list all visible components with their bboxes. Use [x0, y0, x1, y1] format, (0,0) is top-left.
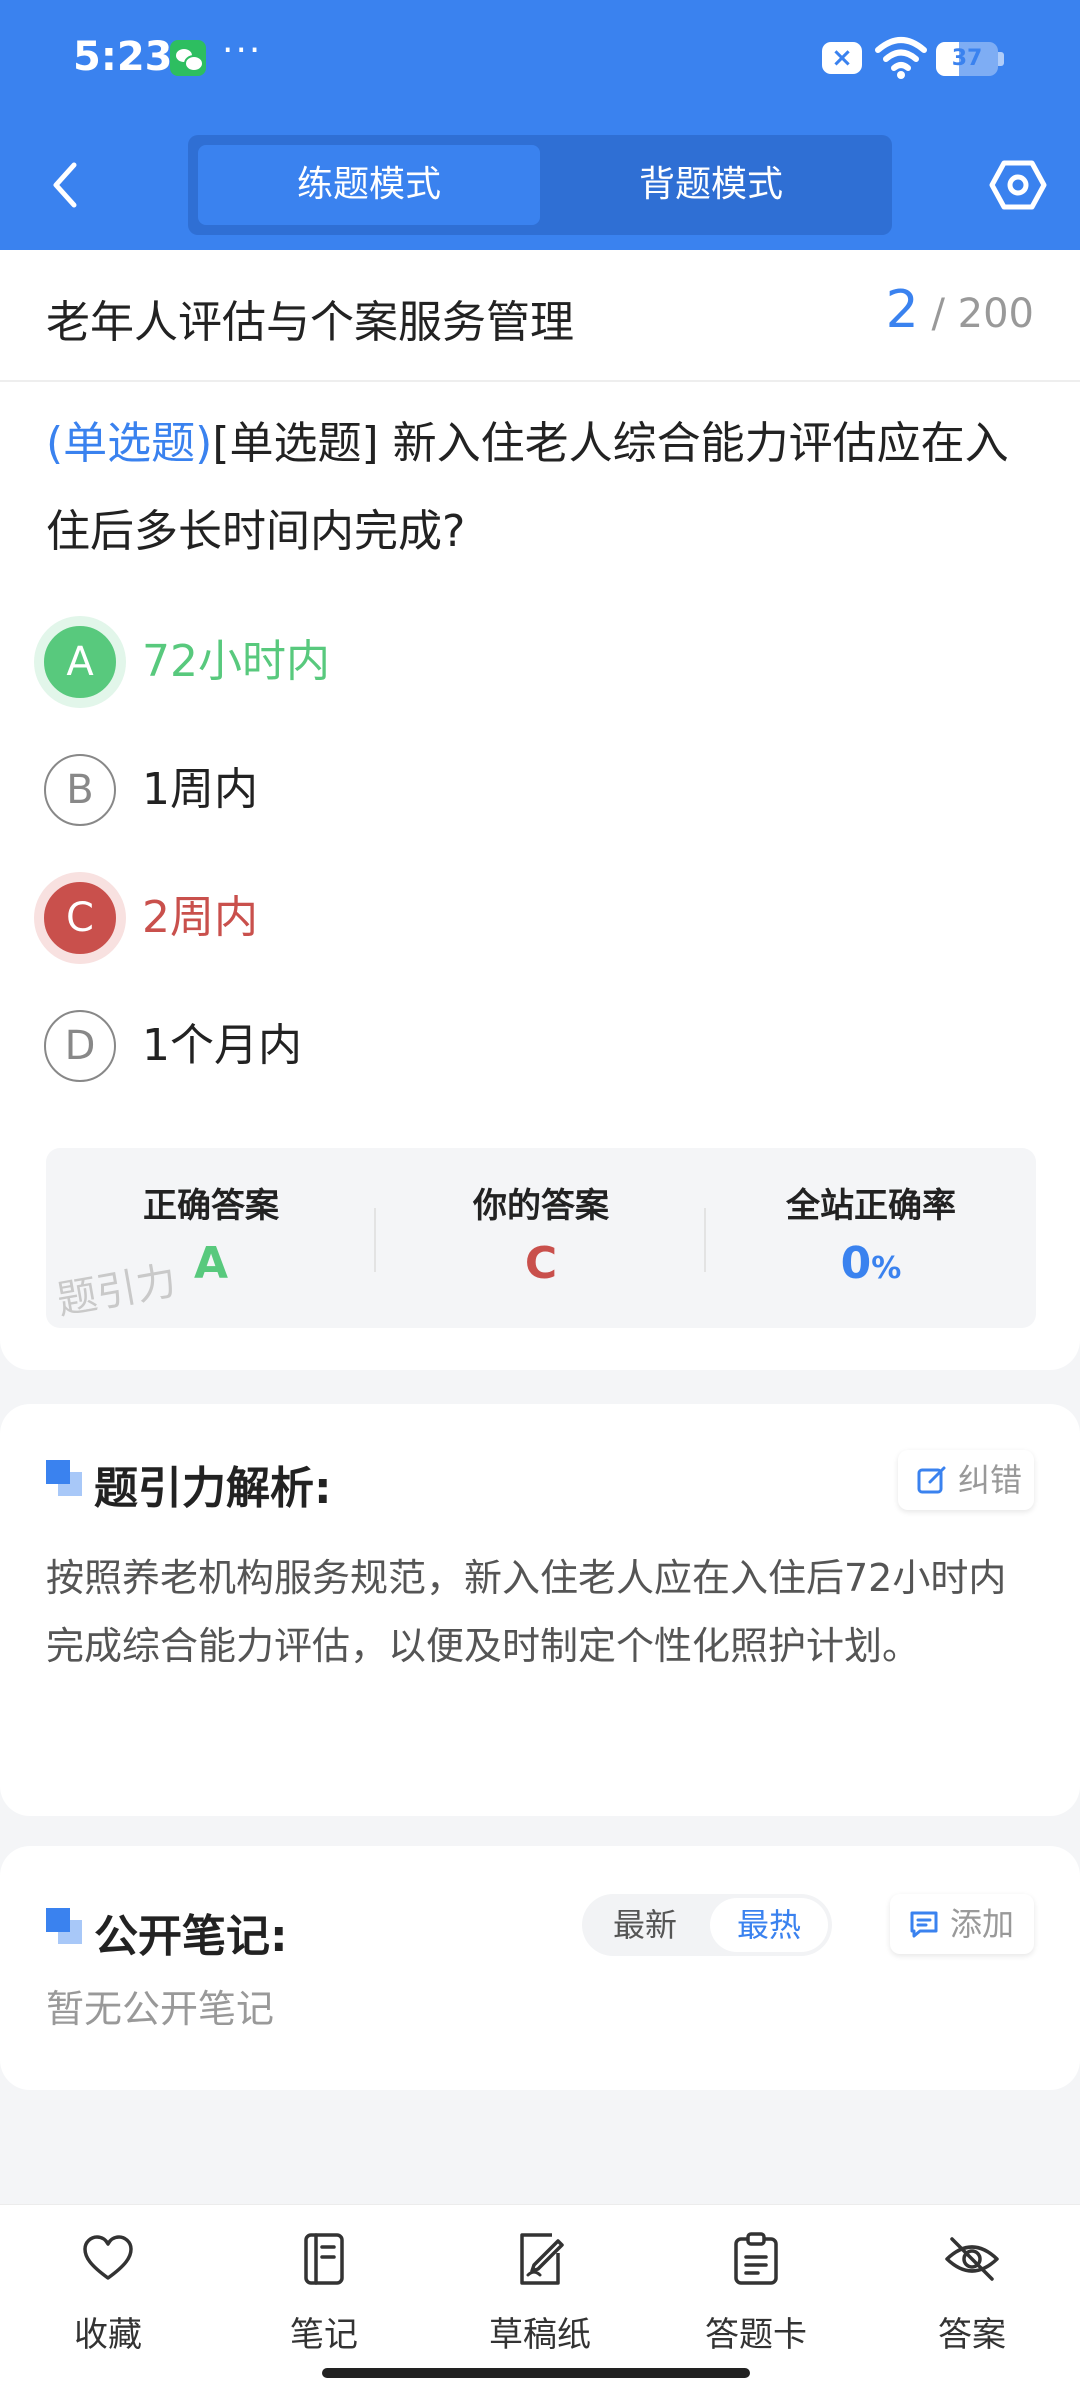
heart-icon: [83, 2235, 133, 2280]
correct-answer-label: 正确答案: [143, 1186, 279, 1226]
settings-icon[interactable]: [988, 155, 1048, 215]
notes-sort-toggle: 最新 最热: [582, 1894, 832, 1956]
wechat-notification-icon: [170, 40, 206, 76]
app-header: 5:23 ··· × 37 练题模式 背题模式: [0, 0, 1080, 250]
correct-rate-number: 0: [840, 1238, 872, 1289]
clipboard-icon: [734, 2232, 778, 2285]
edit-icon: [917, 1466, 946, 1494]
tab-practice-mode[interactable]: 练题模式: [198, 145, 540, 225]
empty-notes-text: 暂无公开笔记: [46, 1987, 275, 2031]
answer-card-label: 答题卡: [705, 2315, 807, 2355]
option-letter: D: [44, 1010, 116, 1082]
correct-rate-column: 全站正确率 0%: [706, 1148, 1036, 1328]
your-answer-column: 你的答案 C: [376, 1148, 706, 1328]
option-letter: C: [44, 882, 116, 954]
question-card: 老年人评估与个案服务管理 2 / 200 (单选题)[单选题] 新入住老人综合能…: [0, 250, 1080, 1370]
progress-current: 2: [885, 280, 919, 340]
notes-title: 公开笔记:: [94, 1911, 288, 1962]
your-answer-label: 你的答案: [473, 1186, 609, 1226]
sort-newest[interactable]: 最新: [586, 1898, 704, 1952]
option-c[interactable]: C 2周内: [40, 868, 1040, 968]
report-error-label: 纠错: [958, 1461, 1023, 1499]
status-time: 5:23: [73, 34, 173, 80]
analysis-card: 题引力解析: 纠错 按照养老机构服务规范，新入住老人应在入住后72小时内完成综合…: [0, 1404, 1080, 1816]
favorite-button[interactable]: 收藏: [28, 2231, 188, 2361]
status-more-icon: ···: [222, 30, 263, 71]
home-indicator: [322, 2368, 750, 2378]
tab-memorize-mode[interactable]: 背题模式: [540, 145, 882, 225]
your-answer-value: C: [524, 1238, 558, 1289]
option-d[interactable]: D 1个月内: [40, 996, 1040, 1096]
public-notes-card: 公开笔记: 最新 最热 添加 暂无公开笔记: [0, 1846, 1080, 2090]
correct-rate-unit: %: [871, 1251, 902, 1286]
mode-toggle: 练题模式 背题模式: [188, 135, 892, 235]
answer-card-button[interactable]: 答题卡: [676, 2231, 836, 2361]
battery-level: 37: [951, 46, 983, 71]
battery-tip: [998, 52, 1004, 66]
subject-title: 老年人评估与个案服务管理: [46, 297, 574, 348]
wifi-icon: [875, 37, 927, 79]
option-letter: A: [44, 626, 116, 698]
answer-summary: 正确答案 A 你的答案 C 全站正确率 0% 题引力: [46, 1148, 1036, 1328]
divider: [0, 380, 1080, 382]
status-close-icon: ×: [822, 42, 862, 74]
answer-label: 答案: [938, 2315, 1006, 2355]
analysis-text: 按照养老机构服务规范，新入住老人应在入住后72小时内完成综合能力评估，以便及时制…: [46, 1556, 1007, 1668]
favorite-label: 收藏: [74, 2315, 142, 2355]
notes-tab-label: 笔记: [290, 2315, 358, 2355]
draft-paper-button[interactable]: 草稿纸: [460, 2231, 620, 2361]
back-button[interactable]: [40, 155, 90, 215]
question-progress: 2 / 200: [886, 280, 1034, 340]
section-icon: [46, 1908, 82, 1944]
draft-label: 草稿纸: [489, 2315, 591, 2355]
sort-hottest[interactable]: 最热: [710, 1898, 828, 1952]
question-text: (单选题)[单选题] 新入住老人综合能力评估应在入住后多长时间内完成?: [46, 400, 1036, 576]
notebook-icon: [304, 2233, 344, 2285]
eye-off-icon: [945, 2237, 999, 2281]
show-answer-button[interactable]: 答案: [892, 2231, 1052, 2361]
option-letter: B: [44, 754, 116, 826]
option-b[interactable]: B 1周内: [40, 740, 1040, 840]
question-type: (单选题): [46, 418, 213, 469]
draft-icon: [520, 2233, 564, 2285]
analysis-title: 题引力解析:: [94, 1463, 332, 1514]
option-text: 1周内: [142, 764, 258, 815]
option-a[interactable]: A 72小时内: [40, 612, 1040, 712]
section-icon: [46, 1460, 82, 1496]
option-text: 2周内: [142, 892, 258, 943]
add-note-label: 添加: [950, 1905, 1015, 1943]
correct-rate-value: 0%: [706, 1238, 1036, 1289]
add-note-button[interactable]: 添加: [890, 1894, 1034, 1954]
notes-button[interactable]: 笔记: [244, 2231, 404, 2361]
correct-rate-label: 全站正确率: [786, 1186, 956, 1226]
option-text: 72小时内: [142, 636, 330, 687]
option-text: 1个月内: [142, 1020, 302, 1071]
battery-icon: 37: [936, 42, 998, 76]
report-error-button[interactable]: 纠错: [898, 1450, 1034, 1510]
progress-total: / 200: [931, 291, 1034, 337]
comment-icon: [910, 1911, 938, 1938]
